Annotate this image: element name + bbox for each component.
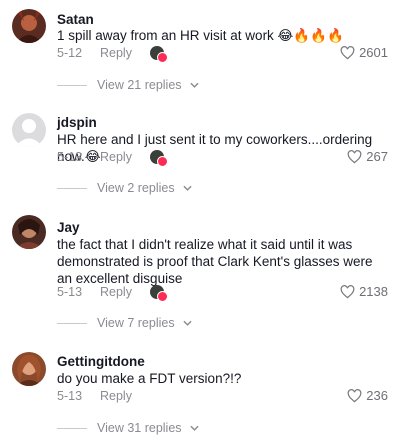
like-button[interactable]: 267	[347, 149, 388, 165]
view-replies-button[interactable]: View 7 replies	[57, 315, 192, 331]
comment-date: 5-13	[57, 389, 83, 403]
chevron-down-icon	[189, 425, 199, 431]
reply-button[interactable]: Reply	[100, 284, 132, 300]
view-replies-button[interactable]: View 2 replies	[57, 180, 192, 196]
comment-text: do you make a FDT version?!?	[57, 371, 242, 386]
view-replies-label: View 2 replies	[97, 181, 175, 195]
like-button[interactable]: 236	[347, 388, 388, 404]
chevron-down-icon	[182, 185, 192, 191]
comment-username[interactable]: Gettingitdone	[57, 354, 145, 370]
chevron-down-icon	[182, 320, 192, 326]
view-replies-button[interactable]: View 21 replies	[57, 77, 199, 93]
divider-line	[57, 187, 87, 189]
comment-list: Satan 1 spill away from an HR visit at w…	[0, 0, 400, 441]
view-replies-label: View 31 replies	[97, 421, 182, 435]
comment-date: 5-12	[57, 46, 83, 60]
comment-username[interactable]: Jay	[57, 220, 80, 236]
chevron-down-icon	[189, 82, 199, 88]
like-button[interactable]: 2138	[340, 284, 388, 300]
heart-icon	[157, 52, 168, 63]
heart-icon	[157, 291, 168, 302]
comment-username[interactable]: jdspin	[57, 115, 97, 131]
reply-button[interactable]: Reply	[100, 45, 132, 61]
heart-icon	[157, 156, 168, 167]
comment-username[interactable]: Satan	[57, 12, 94, 28]
divider-line	[57, 322, 87, 324]
heart-outline-icon	[340, 285, 355, 299]
avatar[interactable]	[12, 215, 46, 249]
view-replies-label: View 21 replies	[97, 78, 182, 92]
view-replies-label: View 7 replies	[97, 316, 175, 330]
avatar[interactable]	[12, 113, 46, 147]
avatar[interactable]	[12, 9, 46, 43]
comment-date: 5-13	[57, 150, 83, 164]
view-replies-button[interactable]: View 31 replies	[57, 420, 199, 436]
like-button[interactable]: 2601	[340, 45, 388, 61]
creator-liked-badge	[150, 285, 168, 302]
like-count: 2601	[359, 45, 388, 60]
comment-text: the fact that I didn't realize what it s…	[57, 237, 373, 286]
divider-line	[57, 84, 87, 86]
divider-line	[57, 427, 87, 429]
heart-outline-icon	[347, 150, 362, 164]
like-count: 236	[366, 388, 388, 403]
comment-date: 5-13	[57, 285, 83, 299]
heart-outline-icon	[347, 389, 362, 403]
avatar[interactable]	[12, 352, 46, 386]
comment-text: 1 spill away from an HR visit at work 😂🔥…	[57, 28, 344, 43]
creator-liked-badge	[150, 150, 168, 167]
reply-button[interactable]: Reply	[100, 388, 132, 404]
creator-liked-badge	[150, 46, 168, 63]
heart-outline-icon	[340, 46, 355, 60]
reply-button[interactable]: Reply	[100, 149, 132, 165]
like-count: 2138	[359, 284, 388, 299]
like-count: 267	[366, 149, 388, 164]
